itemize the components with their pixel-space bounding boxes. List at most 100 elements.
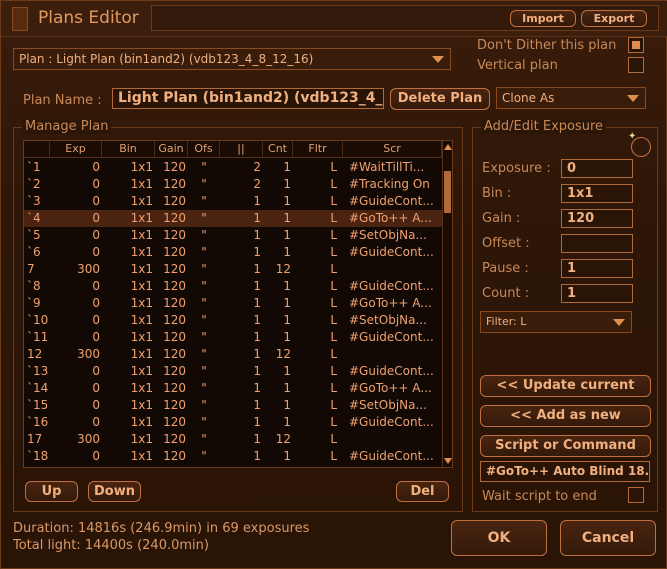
table-cell: 120	[163, 211, 186, 225]
column-header[interactable]: Exp	[50, 141, 102, 157]
filter-select[interactable]: Filter: L	[480, 311, 632, 333]
plan-select[interactable]: Plan : Light Plan (bin1and2) (vdb123_4_8…	[13, 48, 451, 70]
table-cell: 1	[283, 177, 291, 191]
table-row[interactable]: `13 0 1x1 120 " 1 1 L #GuideCont...	[24, 363, 442, 380]
table-cell: 1x1	[130, 432, 153, 446]
column-header[interactable]: Fltr	[293, 141, 343, 157]
table-cell: 2	[253, 160, 261, 174]
table-row[interactable]: `8 0 1x1 120 " 1 1 L #GuideCont...	[24, 278, 442, 295]
exposure-input[interactable]: 0	[561, 159, 633, 178]
plan-name-input[interactable]: Light Plan (bin1and2) (vdb123_4_8	[112, 88, 384, 109]
table-row[interactable]: `16 0 1x1 120 " 1 1 L #GuideCont...	[24, 414, 442, 431]
column-header[interactable]	[24, 141, 50, 157]
table-cell: 1	[283, 381, 291, 395]
cancel-button[interactable]: Cancel	[560, 520, 656, 556]
table-row[interactable]: `1 0 1x1 120 " 2 1 L #WaitTillTi...	[24, 159, 442, 176]
table-row[interactable]: `18 0 1x1 120 " 1 1 L #GuideCont...	[24, 448, 442, 465]
dont-dither-label: Don't Dither this plan	[477, 38, 617, 53]
table-cell: "	[201, 330, 207, 344]
table-cell: 120	[163, 279, 186, 293]
add-as-new-button[interactable]: << Add as new	[480, 405, 651, 427]
delete-row-button[interactable]: Del	[396, 481, 449, 502]
wait-script-checkbox[interactable]	[628, 487, 644, 503]
column-header[interactable]: ||	[220, 141, 263, 157]
column-header[interactable]: Bin	[102, 141, 155, 157]
up-button[interactable]: Up	[25, 481, 78, 502]
chevron-down-icon	[627, 95, 639, 102]
table-cell: 1	[253, 296, 261, 310]
table-row[interactable]: `11 0 1x1 120 " 1 1 L #GuideCont...	[24, 329, 442, 346]
window-title: Plans Editor	[38, 8, 139, 28]
table-cell: L	[330, 347, 337, 361]
table-cell: 0	[92, 398, 100, 412]
sparkle-icon: ✦	[628, 131, 637, 142]
table-row[interactable]: `2 0 1x1 120 " 2 1 L #Tracking On	[24, 176, 442, 193]
down-button[interactable]: Down	[88, 481, 141, 502]
table-cell: 1	[253, 415, 261, 429]
clone-as-value: Clone As	[502, 91, 555, 105]
pause-input[interactable]: 1	[561, 259, 633, 278]
exposure-table[interactable]: Exp Bin Gain Ofs || Cnt Fltr Scr `1 0 1x1 1…	[23, 140, 453, 468]
table-cell: 12	[275, 432, 291, 446]
table-scrollbar[interactable]	[442, 141, 452, 467]
scroll-thumb[interactable]	[444, 171, 451, 213]
table-cell: "	[201, 381, 207, 395]
column-header[interactable]: Scr	[343, 141, 442, 157]
bin-input[interactable]: 1x1	[561, 184, 633, 203]
table-cell: 120	[163, 381, 186, 395]
table-cell: L	[330, 449, 337, 463]
table-cell: 120	[163, 228, 186, 242]
delete-plan-button[interactable]: Delete Plan	[390, 88, 490, 110]
dont-dither-checkbox[interactable]	[628, 37, 644, 53]
table-cell: 1	[253, 364, 261, 378]
gain-input[interactable]: 120	[561, 209, 633, 228]
table-cell: 1x1	[130, 194, 153, 208]
vertical-plan-checkbox[interactable]	[628, 57, 644, 73]
table-cell: 1	[283, 313, 291, 327]
table-row[interactable]: `6 0 1x1 120 " 1 1 L #GuideCont...	[24, 244, 442, 261]
table-cell: 0	[92, 330, 100, 344]
table-cell: L	[330, 245, 337, 259]
table-row[interactable]: `15 0 1x1 120 " 1 1 L #SetObjNa...	[24, 397, 442, 414]
update-current-button[interactable]: << Update current	[480, 375, 651, 397]
column-header[interactable]: Gain	[155, 141, 188, 157]
table-cell: "	[201, 347, 207, 361]
table-row[interactable]: `14 0 1x1 120 " 1 1 L #GoTo++ A...	[24, 380, 442, 397]
exposure-label: Exposure :	[482, 161, 551, 176]
script-input[interactable]: #GoTo++ Auto Blind 18.4	[480, 461, 650, 482]
table-cell: L	[330, 398, 337, 412]
table-row[interactable]: `4 0 1x1 120 " 1 1 L #GoTo++ A...	[24, 210, 442, 227]
ok-button[interactable]: OK	[451, 520, 547, 556]
offset-input[interactable]	[561, 234, 633, 253]
table-cell: 1x1	[130, 330, 153, 344]
table-row[interactable]: 12 300 1x1 120 " 1 12 L	[24, 346, 442, 363]
table-cell: 1	[283, 398, 291, 412]
table-row[interactable]: 7 300 1x1 120 " 1 12 L	[24, 261, 442, 278]
table-cell: 1	[283, 296, 291, 310]
table-cell: #GuideCont...	[349, 330, 434, 344]
table-row[interactable]: `3 0 1x1 120 " 1 1 L #GuideCont...	[24, 193, 442, 210]
table-cell: 120	[163, 194, 186, 208]
table-cell: #SetObjNa...	[349, 228, 427, 242]
table-cell: `1	[27, 160, 41, 174]
table-cell: 1	[283, 228, 291, 242]
table-cell: "	[201, 194, 207, 208]
table-row[interactable]: `10 0 1x1 120 " 1 1 L #SetObjNa...	[24, 312, 442, 329]
table-row[interactable]: `9 0 1x1 120 " 1 1 L #GoTo++ A...	[24, 295, 442, 312]
table-cell: 1	[283, 364, 291, 378]
import-button[interactable]: Import	[510, 10, 576, 27]
scroll-up-icon[interactable]	[444, 144, 452, 150]
table-row[interactable]: 17 300 1x1 120 " 1 12 L	[24, 431, 442, 448]
table-cell: `13	[27, 364, 49, 378]
column-header[interactable]: Ofs	[188, 141, 220, 157]
table-row[interactable]: `5 0 1x1 120 " 1 1 L #SetObjNa...	[24, 227, 442, 244]
export-button[interactable]: Export	[581, 10, 647, 27]
table-cell: L	[330, 296, 337, 310]
scroll-down-icon[interactable]	[444, 458, 452, 464]
count-input[interactable]: 1	[561, 284, 633, 303]
column-header[interactable]: Cnt	[263, 141, 293, 157]
table-cell: "	[201, 296, 207, 310]
script-or-command-button[interactable]: Script or Command	[480, 435, 651, 457]
table-cell: `3	[27, 194, 41, 208]
clone-as-select[interactable]: Clone As	[496, 87, 646, 109]
